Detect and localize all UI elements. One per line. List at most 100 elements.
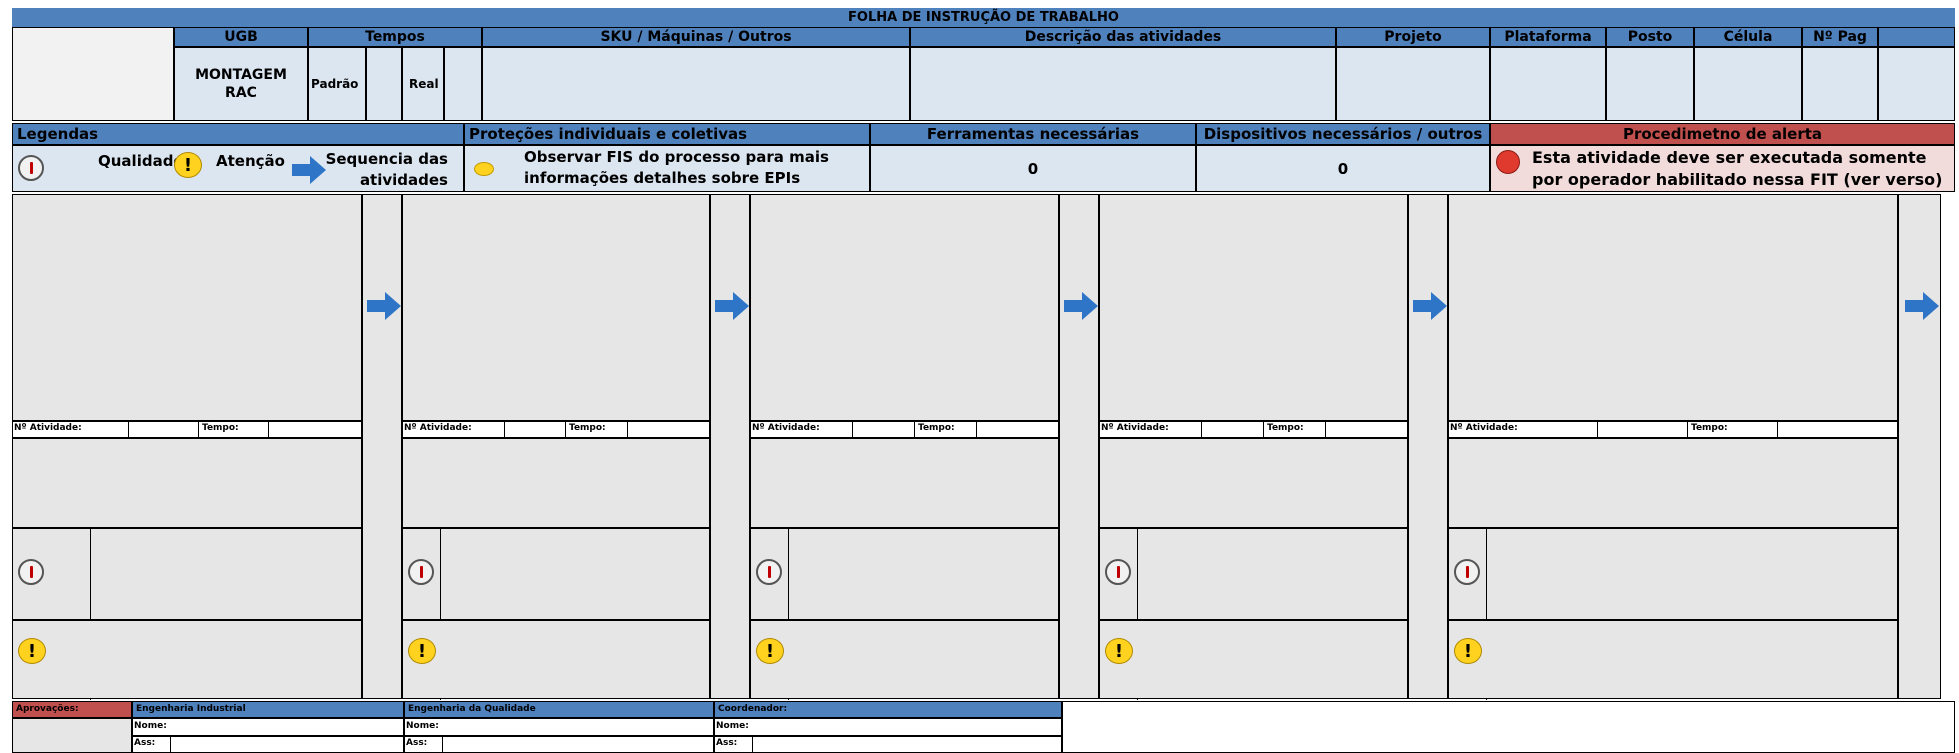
step-quality-row[interactable] [12,528,362,620]
step-image-area[interactable] [1448,194,1898,421]
celula-value[interactable] [1694,47,1802,121]
col-celula: Célula [1694,27,1802,47]
step-separator [1898,194,1941,699]
step-quality-row[interactable] [402,528,710,620]
step-time-label: Tempo: [202,423,239,433]
quality-icon [18,559,44,585]
step-attention-row[interactable] [402,620,710,699]
divider [1325,421,1326,438]
quality-icon [1454,559,1480,585]
step-description-area[interactable] [1448,438,1898,528]
footer-name-row[interactable] [714,718,1062,736]
footer-name-row[interactable] [404,718,714,736]
footer-name-label: Nome: [134,721,167,731]
step-attention-row[interactable] [12,620,362,699]
attention-icon [756,638,784,664]
tools-title: Ferramentas necessárias [870,123,1196,145]
padrao-label: Padrão [308,47,366,121]
devices-title: Dispositivos necessários / outros [1196,123,1490,145]
footer-ass-label: Ass: [134,738,156,748]
real-value[interactable] [444,47,482,121]
divider [976,421,977,438]
step-description-area[interactable] [750,438,1059,528]
devices-value[interactable]: 0 [1196,145,1490,192]
real-label: Real [402,47,444,121]
step-description-area[interactable] [402,438,710,528]
projeto-value[interactable] [1336,47,1490,121]
step-quality-row[interactable] [1099,528,1408,620]
coord-label: Coordenador: [714,701,1062,718]
sku-value[interactable] [482,47,910,121]
divider [442,736,443,753]
divider [1777,421,1778,438]
step-quality-row[interactable] [750,528,1059,620]
step-separator [362,194,402,699]
step-image-area[interactable] [750,194,1059,421]
step-time-label: Tempo: [1691,423,1728,433]
footer-ass-row[interactable] [714,736,1062,753]
step-attention-row[interactable] [1448,620,1898,699]
divider [1263,421,1264,438]
divider [914,421,915,438]
padrao-value[interactable] [366,47,402,121]
step-quality-row[interactable] [1448,528,1898,620]
posto-value[interactable] [1606,47,1694,121]
step-activity-label: Nº Atividade: [752,423,820,433]
quality-icon [1105,559,1131,585]
footer-ass-row[interactable] [132,736,404,753]
sequence-arrow-icon [367,292,401,320]
extra-value[interactable] [1878,47,1955,121]
alert-text-line2: por operador habilitado nessa FIT (ver v… [1532,170,1943,189]
col-blank [1878,27,1955,47]
npag-value[interactable] [1802,47,1878,121]
ugb-value[interactable]: MONTAGEM RAC [174,47,308,121]
step-image-area[interactable] [12,194,362,421]
divider [1687,421,1688,438]
step-attention-row[interactable] [1099,620,1408,699]
step-separator [1059,194,1099,699]
step-separator [1408,194,1448,699]
protections-title: Proteções individuais e coletivas [464,123,870,145]
descricao-value[interactable] [910,47,1336,121]
divider [504,421,505,438]
divider [128,421,129,438]
footer-name-row[interactable] [132,718,404,736]
attention-icon [1454,638,1482,664]
quality-icon [18,155,44,181]
step-image-area[interactable] [402,194,710,421]
step-description-area[interactable] [12,438,362,528]
footer-grid: Nome: Ass: Nome: Ass: Nome: Ass: [132,718,1062,753]
footer-ass-row[interactable] [404,736,714,753]
divider [752,736,753,753]
step-image-area[interactable] [1099,194,1408,421]
footer-name-label: Nome: [406,721,439,731]
legend-sequence-label: Sequencia das atividades [325,150,448,189]
eng-qual-label: Engenharia da Qualidade [404,701,714,718]
approval-label: Aprovações: [12,701,132,718]
attention-icon [18,638,46,664]
footer-ass-label: Ass: [716,738,738,748]
legend-quality-label: Qualidade [98,152,184,170]
legend-title: Legendas [12,123,464,145]
step-time-label: Tempo: [1267,423,1304,433]
divider [1201,421,1202,438]
step-description-area[interactable] [1099,438,1408,528]
attention-icon [408,638,436,664]
alert-title: Procedimetno de alerta [1490,123,1955,145]
footer-blank [1062,701,1955,753]
tools-value[interactable]: 0 [870,145,1196,192]
attention-icon [174,152,202,178]
sequence-arrow-icon [1904,292,1939,320]
step-attention-row[interactable] [750,620,1059,699]
divider [170,736,171,753]
col-projeto: Projeto [1336,27,1490,47]
footer-name-label: Nome: [716,721,749,731]
footer-ass-label: Ass: [406,738,428,748]
eng-ind-label: Engenharia Industrial [132,701,404,718]
plataforma-value[interactable] [1490,47,1606,121]
alert-icon [1496,150,1520,174]
step-time-label: Tempo: [569,423,606,433]
quality-icon [408,559,434,585]
sequence-arrow-icon [715,292,749,320]
col-plataforma: Plataforma [1490,27,1606,47]
